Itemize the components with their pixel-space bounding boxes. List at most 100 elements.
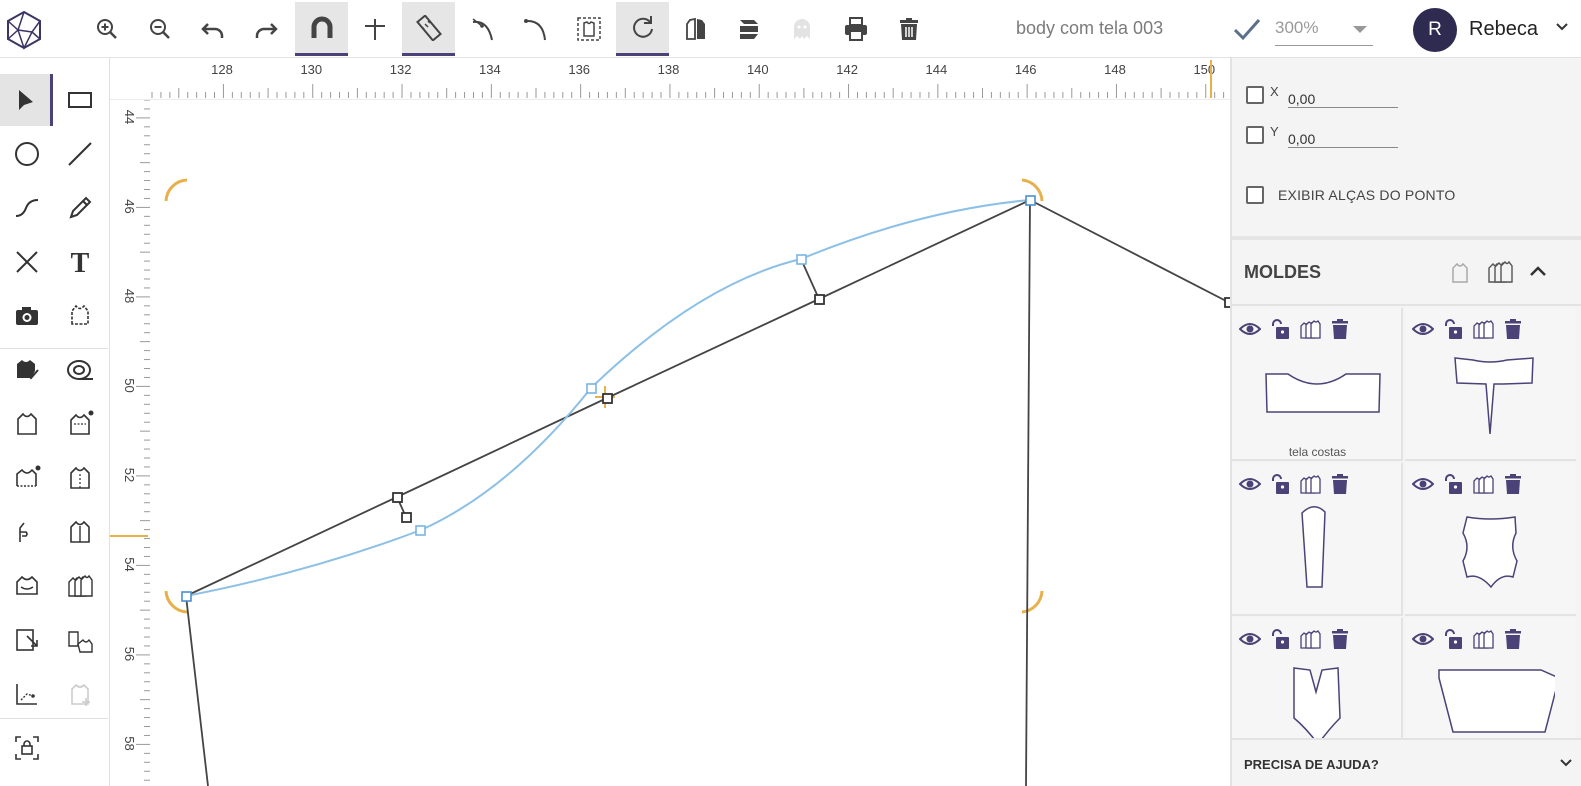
stacked-patterns-icon[interactable] [1298,318,1322,340]
ghost-button[interactable] [775,2,828,56]
rotate-button[interactable] [616,2,669,56]
selection-handle[interactable] [164,178,188,202]
stacked-patterns-icon[interactable] [1471,318,1495,340]
pattern-point[interactable] [602,393,613,404]
single-pattern-icon[interactable] [1446,258,1474,286]
stacked-patterns-tool-button[interactable] [53,560,106,612]
unlock-icon[interactable] [1268,473,1292,495]
redo-button[interactable] [239,2,292,56]
vertical-ruler[interactable]: 44 46 48 50 52 54 56 58 [110,99,150,786]
trash-icon[interactable] [1328,318,1352,340]
lock-view-tool-button[interactable] [0,722,53,774]
eye-icon[interactable] [1238,318,1262,340]
username[interactable]: Rebeca [1469,18,1538,41]
unlock-icon[interactable] [1441,473,1465,495]
dart-tool-button[interactable] [0,506,53,558]
neckline-tool-button[interactable] [0,452,53,504]
document-title[interactable]: body com tela 003 [1016,18,1163,39]
camera-tool-button[interactable] [0,290,53,342]
import-pattern-tool-button[interactable] [53,614,106,666]
drawing-canvas[interactable] [150,100,1230,786]
eye-icon[interactable] [1238,628,1262,650]
pencil-tool-button[interactable] [53,182,106,234]
mirror-pattern-button[interactable] [669,2,722,56]
trash-icon[interactable] [1328,628,1352,650]
graph-tool-button[interactable] [0,668,53,720]
unlock-icon[interactable] [1268,628,1292,650]
ruler-button[interactable] [402,2,455,56]
pattern-outline[interactable] [1025,199,1031,786]
select-pattern-button[interactable] [562,2,615,56]
unlock-icon[interactable] [1441,628,1465,650]
check-pattern-tool-button[interactable] [0,344,53,396]
eye-icon[interactable] [1411,628,1435,650]
help-section[interactable]: PRECISA DE AJUDA? [1232,738,1581,786]
eye-icon[interactable] [1411,473,1435,495]
y-input[interactable] [1288,122,1398,148]
circle-tool-button[interactable] [0,128,53,180]
stacked-patterns-icon[interactable] [1298,473,1322,495]
cross-tool-button[interactable] [0,236,53,288]
stacked-patterns-icon[interactable] [1486,258,1514,286]
curve-point[interactable] [415,525,426,536]
trash-icon[interactable] [1501,473,1525,495]
measure-tape-tool-button[interactable] [53,344,106,396]
curve-point-button[interactable] [509,2,562,56]
select-tool-button[interactable] [0,74,53,126]
stacked-patterns-icon[interactable] [1298,628,1322,650]
magnet-button[interactable] [295,2,348,56]
pattern-card[interactable] [1405,463,1576,616]
show-handles-checkbox[interactable] [1246,186,1264,204]
curve-point[interactable] [1025,195,1036,206]
pattern-card[interactable]: tela costas [1232,308,1403,461]
bodice-tool-button[interactable] [0,398,53,450]
front-back-tool-button[interactable] [53,506,106,558]
pattern-outline[interactable] [185,198,1230,597]
text-tool-button[interactable]: T [53,236,106,288]
x-lock-checkbox[interactable] [1246,86,1264,104]
avatar[interactable]: R [1413,8,1457,52]
pattern-piece-tool-button[interactable] [53,290,106,342]
eye-icon[interactable] [1238,473,1262,495]
print-button[interactable] [829,2,882,56]
pattern-outline[interactable] [185,595,209,786]
curve-point[interactable] [796,254,807,265]
unlock-icon[interactable] [1268,318,1292,340]
zoom-in-button[interactable] [80,2,133,56]
rectangle-tool-button[interactable] [53,74,106,126]
curve-point[interactable] [586,383,597,394]
confirm-check-icon[interactable] [1232,16,1262,42]
eye-icon[interactable] [1411,318,1435,340]
curve-tool-left-button[interactable] [0,182,53,234]
trash-icon[interactable] [1328,473,1352,495]
chevron-up-icon[interactable] [1524,258,1552,286]
trash-icon[interactable] [1501,628,1525,650]
crosshair-button[interactable] [348,2,401,56]
pattern-point[interactable] [814,294,825,305]
delete-button[interactable] [882,2,935,56]
zoom-select[interactable]: 300% [1275,14,1373,46]
horizontal-ruler[interactable]: 128 130 132 134 136 138 140 142 144 146 148 150 [110,58,1230,100]
undo-button[interactable] [186,2,239,56]
curve-point[interactable] [181,591,192,602]
curve-tool-button[interactable] [456,2,509,56]
y-lock-checkbox[interactable] [1246,126,1264,144]
selection-handle[interactable] [1021,590,1044,614]
pattern-point[interactable] [401,512,412,523]
line-tool-button[interactable] [53,128,106,180]
seam-tool-button[interactable] [0,560,53,612]
bodice-marked-tool-button[interactable] [53,398,106,450]
unlock-icon[interactable] [1441,318,1465,340]
pattern-drawing[interactable] [150,100,1230,786]
pattern-card[interactable] [1232,463,1403,616]
export-pattern-tool-button[interactable] [0,614,53,666]
pattern-layers-button[interactable] [722,2,775,56]
hexagon-logo-icon[interactable] [4,10,44,50]
button-placket-tool-button[interactable] [53,452,106,504]
stacked-patterns-icon[interactable] [1471,473,1495,495]
pattern-card[interactable] [1405,308,1576,461]
pattern-point[interactable] [392,492,403,503]
trash-icon[interactable] [1501,318,1525,340]
zoom-out-button[interactable] [133,2,186,56]
stacked-patterns-icon[interactable] [1471,628,1495,650]
